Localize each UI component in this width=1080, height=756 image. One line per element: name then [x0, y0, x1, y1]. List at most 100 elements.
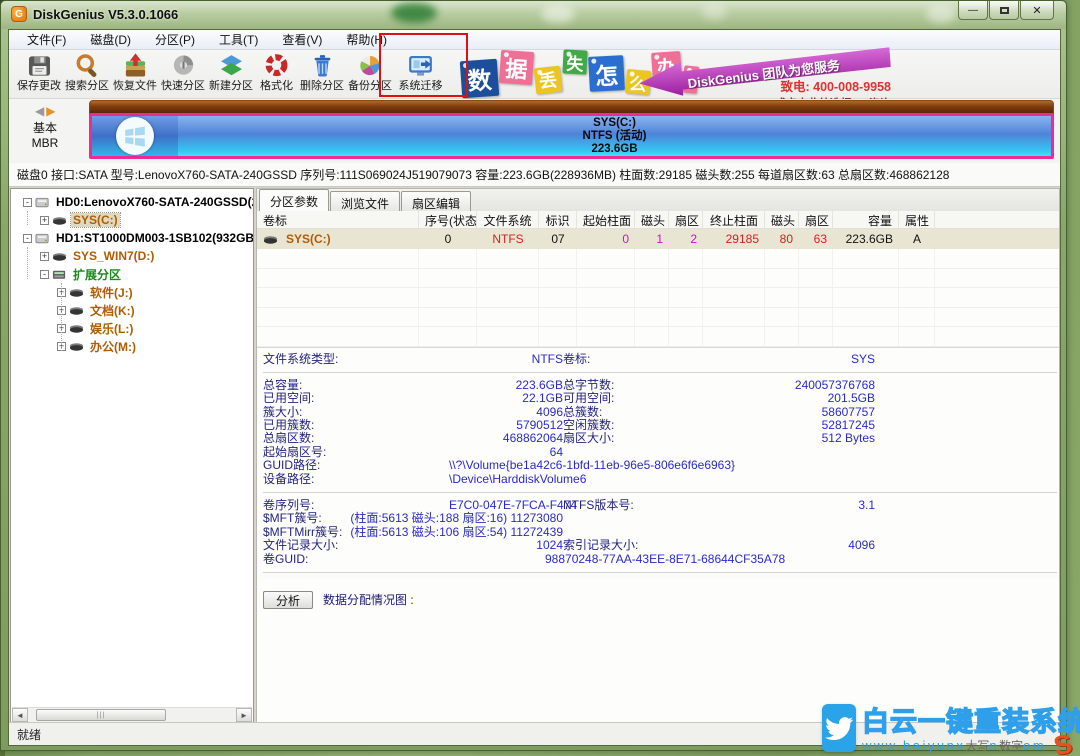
- toolbar-button-format[interactable]: 格式化: [255, 50, 298, 98]
- menu-item-0[interactable]: 文件(F): [15, 29, 78, 50]
- toolbar-button-new-partition[interactable]: 新建分区: [207, 50, 255, 98]
- column-header-end_head[interactable]: 磁头: [765, 211, 799, 228]
- tree-item-sys-win7-d-[interactable]: +SYS_WIN7(D:): [11, 247, 253, 265]
- menu-item-5[interactable]: 帮助(H): [334, 29, 399, 50]
- column-header-attr[interactable]: 属性: [899, 211, 935, 228]
- column-header-volume[interactable]: 卷标: [257, 211, 419, 228]
- toolbar-button-quick-partition[interactable]: 快速分区: [159, 50, 207, 98]
- tree-expander-icon[interactable]: +: [40, 252, 49, 261]
- recover-files-icon: [121, 52, 150, 80]
- tree-expander-icon[interactable]: -: [23, 198, 32, 207]
- maximize-button[interactable]: [989, 1, 1019, 20]
- table-row[interactable]: SYS(C:)0NTFS07012291858063223.6GBA: [257, 229, 1059, 249]
- menu-item-2[interactable]: 分区(P): [143, 29, 207, 50]
- detail-value: SYS: [679, 353, 875, 366]
- search-partition-icon: [73, 52, 102, 80]
- column-header-end_sec[interactable]: 扇区: [799, 211, 833, 228]
- menu-bar: 文件(F)磁盘(D)分区(P)工具(T)查看(V)帮助(H): [9, 30, 1060, 50]
- tree-disk: [35, 232, 50, 245]
- column-header-index[interactable]: 序号(状态): [419, 211, 477, 228]
- detail-label: 可用空间:: [563, 392, 679, 405]
- prev-disk-arrow-icon[interactable]: ◀: [35, 104, 46, 118]
- tree-connector: [27, 211, 28, 225]
- tree-item-hd1-st1000dm003-1sb102-932gb-[interactable]: - HD1:ST1000DM003-1SB102(932GB): [11, 229, 253, 247]
- detail-label: 扇区大小:: [563, 432, 679, 445]
- tree-item-label: HD1:ST1000DM003-1SB102(932GB): [54, 231, 254, 245]
- banner-tile: 怎: [588, 55, 625, 92]
- tree-expander-icon[interactable]: -: [40, 270, 49, 279]
- detail-value: 1024: [449, 539, 563, 552]
- minimize-button[interactable]: —: [958, 1, 988, 20]
- menu-item-3[interactable]: 工具(T): [207, 29, 270, 50]
- analyze-row: 分析 数据分配情况图 :: [257, 579, 1059, 613]
- status-text: 就绪: [17, 726, 41, 743]
- tree-partition: [69, 304, 84, 317]
- tree-item-hd0-lenovox760-sata-240gssd-224[interactable]: -HD0:LenovoX760-SATA-240GSSD(224: [11, 193, 253, 211]
- toolbar-button-backup-partition[interactable]: 备份分区: [346, 50, 394, 98]
- toolbar-label: 恢复文件: [113, 80, 157, 93]
- scroll-right-arrow-icon[interactable]: ►: [236, 708, 252, 722]
- tree-expander-icon[interactable]: -: [23, 234, 32, 243]
- detail-row: 文件记录大小:1024索引记录大小:4096: [263, 539, 1059, 552]
- detail-value: 58607757: [679, 406, 875, 419]
- column-header-id[interactable]: 标识: [539, 211, 577, 228]
- toolbar-button-delete-partition[interactable]: 删除分区: [298, 50, 346, 98]
- detail-row: 起始扇区号:64: [263, 446, 1059, 459]
- column-header-fs[interactable]: 文件系统: [477, 211, 539, 228]
- title-bar: G DiskGenius V5.3.0.1066 — ✕: [1, 1, 1066, 29]
- next-disk-arrow-icon[interactable]: ▶: [46, 104, 57, 118]
- tree-item--[interactable]: -扩展分区: [11, 265, 253, 283]
- column-header-start_sec[interactable]: 扇区: [669, 211, 703, 228]
- filesystem-details: 文件系统类型:NTFS卷标:SYS总容量:223.6GB总字节数:2400573…: [257, 347, 1059, 573]
- toolbar-label: 搜索分区: [65, 80, 109, 93]
- tree-item-sys-c-[interactable]: +SYS(C:): [11, 211, 253, 229]
- toolbar-button-system-migration[interactable]: 系统迁移: [394, 50, 447, 98]
- tree-horizontal-scrollbar[interactable]: ◄ ||| ►: [12, 707, 252, 722]
- close-button[interactable]: ✕: [1020, 1, 1054, 20]
- banner-tile: 数: [460, 59, 499, 98]
- tree-expander-icon[interactable]: +: [40, 216, 49, 225]
- watermark-url: www.baiyunx大写n数字om: [862, 737, 1080, 754]
- partition-block-sys-c[interactable]: SYS(C:) NTFS (活动) 223.6GB: [89, 113, 1054, 159]
- analyze-button[interactable]: 分析: [263, 591, 313, 609]
- tab-2[interactable]: 扇区编辑: [401, 191, 471, 211]
- column-header-start_cyl[interactable]: 起始柱面: [577, 211, 635, 228]
- detail-label: 总字节数:: [563, 379, 679, 392]
- toolbar-button-save[interactable]: 保存更改: [15, 50, 63, 98]
- desktop-background: { "window": { "title": "DiskGenius V5.3.…: [0, 0, 1080, 756]
- scroll-thumb[interactable]: |||: [36, 709, 166, 721]
- detail-value: \Device\HarddiskVolume6: [449, 473, 1059, 486]
- partition-table: 卷标序号(状态)文件系统标识起始柱面磁头扇区终止柱面磁头扇区容量属性 SYS(C…: [257, 211, 1059, 347]
- empty-table-row: [257, 327, 1059, 347]
- client-area: 文件(F)磁盘(D)分区(P)工具(T)查看(V)帮助(H) 保存更改搜索分区恢…: [8, 29, 1061, 746]
- tab-1[interactable]: 浏览文件: [330, 191, 400, 211]
- scroll-left-arrow-icon[interactable]: ◄: [12, 708, 28, 722]
- detail-value: \\?\Volume{be1a42c6-1bfd-11eb-96e5-806e6…: [449, 459, 1059, 472]
- disk-info-line: 磁盘0 接口:SATA 型号:LenovoX760-SATA-240GSSD 序…: [9, 163, 1060, 187]
- save-icon: [25, 52, 54, 80]
- tree-item--j-[interactable]: +软件(J:): [11, 283, 253, 301]
- tree-item--m-[interactable]: +办公(M:): [11, 337, 253, 355]
- promo-banner[interactable]: 数据丢失怎么办!DiskGenius 团队为您服务致电: 400-008-995…: [459, 50, 893, 99]
- column-header-end_cyl[interactable]: 终止柱面: [703, 211, 765, 228]
- toolbar-label: 快速分区: [161, 80, 205, 93]
- toolbar-button-recover-files[interactable]: 恢复文件: [111, 50, 159, 98]
- column-header-start_head[interactable]: 磁头: [635, 211, 669, 228]
- detail-value: 11273080 (柱面:5613 磁头:188 扇区:16): [449, 512, 563, 525]
- menu-item-1[interactable]: 磁盘(D): [78, 29, 143, 50]
- data-map-caption: 数据分配情况图 :: [323, 591, 414, 608]
- column-header-capacity[interactable]: 容量: [833, 211, 899, 228]
- cell-start_cyl: 0: [577, 232, 635, 246]
- menu-item-4[interactable]: 查看(V): [270, 29, 334, 50]
- detail-value: 3.1: [679, 499, 875, 512]
- detail-value: 4096: [679, 539, 875, 552]
- tree-partition: [69, 286, 84, 299]
- cell-start_head: 1: [635, 232, 669, 246]
- tab-0[interactable]: 分区参数: [259, 189, 329, 211]
- tree-item--k-[interactable]: +文档(K:): [11, 301, 253, 319]
- tree-item--l-[interactable]: +娱乐(L:): [11, 319, 253, 337]
- banner-tile: 据: [499, 50, 534, 85]
- toolbar-button-search-partition[interactable]: 搜索分区: [63, 50, 111, 98]
- detail-row: $MFT簇号:11273080 (柱面:5613 磁头:188 扇区:16): [263, 512, 1059, 525]
- partition-detail-panel: 分区参数浏览文件扇区编辑 卷标序号(状态)文件系统标识起始柱面磁头扇区终止柱面磁…: [256, 188, 1060, 724]
